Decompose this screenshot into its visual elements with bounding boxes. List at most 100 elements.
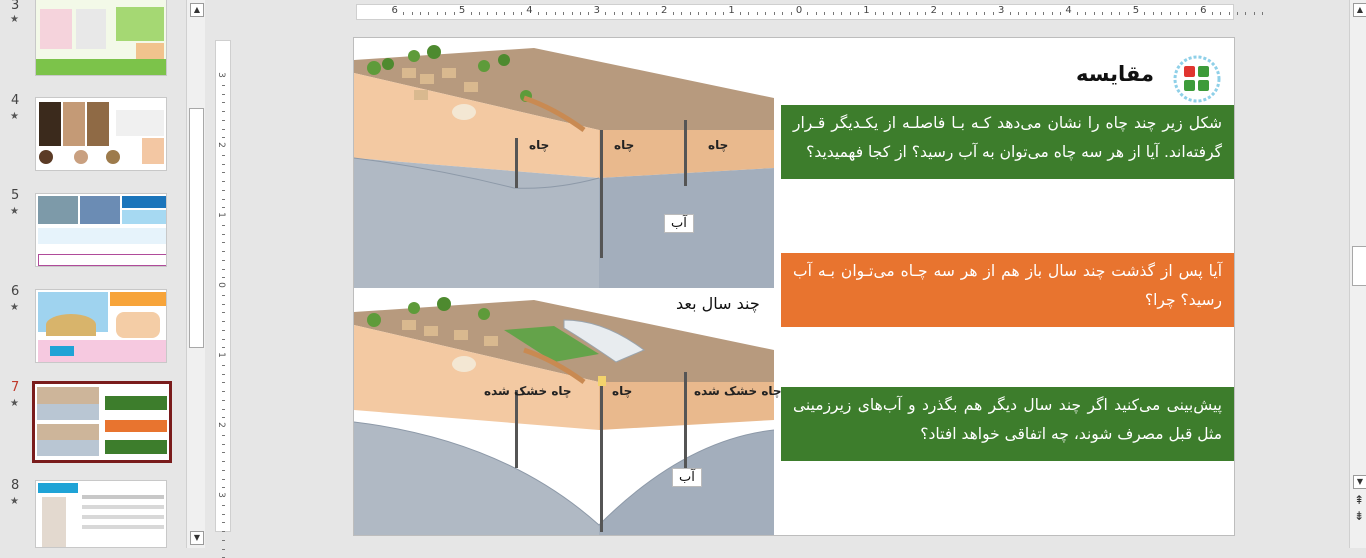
- ruler-label: 3: [593, 5, 601, 16]
- ruler-tick: [222, 504, 225, 506]
- ruler-tick: [222, 382, 225, 384]
- ruler-label: 3: [997, 5, 1005, 16]
- label-water-top: آب: [664, 214, 694, 233]
- ruler-tick: [445, 12, 447, 15]
- ruler-tick: [546, 12, 548, 15]
- thumbnail-number: 4: [11, 93, 20, 108]
- ruler-tick: [613, 12, 615, 15]
- ruler-label: 5: [458, 5, 466, 16]
- slide-thumbnail-8[interactable]: [35, 480, 167, 548]
- thumbnail-scrollbar[interactable]: ▲ ▼: [186, 0, 205, 548]
- ruler-tick: [824, 12, 826, 15]
- ruler-tick: [1085, 12, 1087, 15]
- ruler-label: 6: [1200, 5, 1207, 16]
- scroll-up-arrow-icon[interactable]: ▲: [190, 3, 204, 17]
- ruler-tick: [222, 531, 225, 532]
- ruler-tick: [1018, 12, 1019, 15]
- scrollbar-thumb[interactable]: [189, 108, 204, 348]
- label-well-3: چاه: [708, 138, 729, 152]
- ruler-tick: [411, 12, 413, 15]
- ruler-label: 2: [661, 5, 668, 16]
- slide-canvas[interactable]: چاه چاه چاه آب چاه خشک شده چاه چاه خشک ش…: [353, 37, 1235, 536]
- next-slide-icon[interactable]: ⇟: [1353, 510, 1365, 522]
- ruler-tick: [959, 12, 961, 15]
- slide-thumbnail-5[interactable]: [35, 193, 167, 267]
- ruler-tick: [655, 12, 657, 15]
- scroll-up-arrow-icon[interactable]: ▲: [1353, 3, 1366, 17]
- ruler-tick: [222, 469, 225, 471]
- editor-scrollbar[interactable]: ▲ ▼ ⇞ ⇟: [1349, 0, 1366, 548]
- ruler-tick: [672, 12, 674, 15]
- label-well-1: چاه: [529, 138, 550, 152]
- ruler-tick: [756, 12, 758, 15]
- ruler-tick: [222, 303, 225, 305]
- ruler-label: 4: [526, 5, 533, 16]
- ruler-tick: [697, 12, 699, 15]
- slide-thumbnail-3[interactable]: [35, 0, 167, 76]
- ruler-tick: [222, 329, 225, 331]
- ruler-tick: [222, 189, 225, 191]
- vertical-ruler: 3 2 1 0 1 2 3: [215, 40, 231, 558]
- animation-star-icon: ★: [10, 302, 19, 313]
- ruler-tick: [222, 233, 225, 235]
- previous-slide-icon[interactable]: ⇞: [1353, 494, 1365, 506]
- scrollbar-thumb[interactable]: [1352, 246, 1366, 286]
- ruler-tick: [428, 12, 430, 15]
- ruler-tick: [916, 12, 918, 15]
- ruler-tick: [891, 12, 893, 15]
- ruler-tick: [681, 12, 683, 15]
- ruler-tick: [1043, 12, 1045, 15]
- slide-thumbnail-7-selected[interactable]: [32, 381, 172, 463]
- ruler-tick: [222, 364, 225, 366]
- ruler-tick: [1119, 12, 1121, 15]
- ruler-tick: [1076, 12, 1078, 15]
- ruler-tick: [222, 198, 225, 200]
- ruler-tick: [222, 338, 225, 340]
- ruler-tick: [222, 513, 225, 515]
- scroll-down-arrow-icon[interactable]: ▼: [1353, 475, 1366, 489]
- ruler-tick: [563, 12, 565, 15]
- ruler-tick: [222, 154, 225, 156]
- question-box-2[interactable]: آیا پس از گذشت چند سال باز هم از هر سه چ…: [781, 253, 1234, 327]
- ruler-tick: [580, 12, 581, 15]
- ruler-tick: [588, 12, 590, 15]
- thumbnail-number: 6: [11, 284, 20, 299]
- ruler-tick: [782, 12, 784, 15]
- ruler-tick: [470, 12, 472, 15]
- ruler-tick: [1102, 12, 1104, 15]
- slide-thumbnail-6[interactable]: [35, 289, 167, 363]
- ruler-tick: [222, 93, 225, 95]
- ruler-tick: [1161, 12, 1163, 15]
- label-well-2: چاه: [614, 138, 635, 152]
- ruler-tick: [841, 12, 843, 15]
- ruler-tick: [222, 434, 225, 436]
- ruler-tick: [1144, 12, 1146, 15]
- ruler-tick: [222, 102, 225, 104]
- ruler-tick: [222, 251, 225, 252]
- ruler-tick: [222, 207, 225, 209]
- question-box-3[interactable]: پیش‌بینی می‌کنید اگر چند سال دیگر هم بگذ…: [781, 387, 1234, 461]
- ruler-tick: [222, 443, 225, 445]
- ruler-label: 1: [215, 212, 226, 218]
- ruler-label: 2: [215, 142, 226, 148]
- ruler-tick: [222, 119, 225, 121]
- ruler-label: 3: [215, 72, 226, 78]
- comparison-icon: [1173, 55, 1221, 103]
- ruler-tick: [222, 399, 225, 401]
- animation-star-icon: ★: [10, 111, 19, 122]
- horizontal-ruler: 6 5 4 3 2 1 0 1 2 3 4 5 6: [356, 4, 1264, 20]
- ruler-tick: [1245, 12, 1247, 15]
- ruler-tick: [222, 172, 225, 174]
- ruler-tick: [504, 12, 506, 15]
- ruler-tick: [222, 259, 225, 261]
- thumbnail-number: 5: [11, 188, 20, 203]
- question-box-1[interactable]: شکل زیر چند چاه را نشان می‌دهد کـه بـا ف…: [781, 105, 1234, 179]
- ruler-tick: [1009, 12, 1011, 15]
- ruler-tick: [950, 12, 952, 15]
- slide-thumbnail-4[interactable]: [35, 97, 167, 171]
- ruler-tick: [436, 12, 438, 15]
- ruler-tick: [487, 12, 489, 15]
- scroll-down-arrow-icon[interactable]: ▼: [190, 531, 204, 545]
- ruler-tick: [605, 12, 607, 15]
- ruler-tick: [984, 12, 986, 15]
